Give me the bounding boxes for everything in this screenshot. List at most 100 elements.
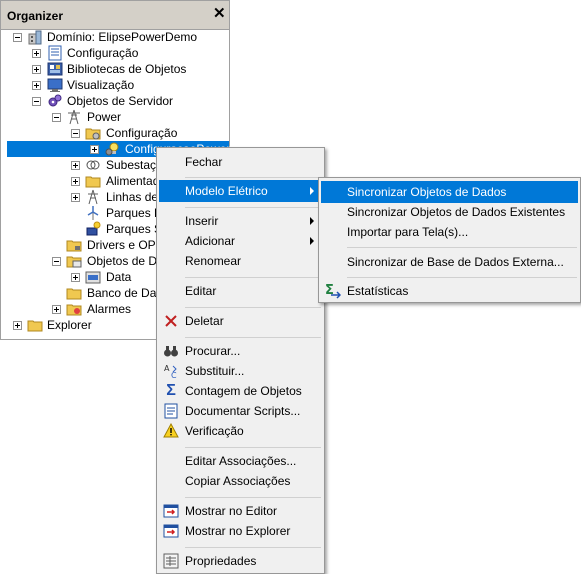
delete-icon <box>163 313 179 329</box>
expand-toggle[interactable] <box>71 161 80 170</box>
tree-item-label: Visualização <box>67 78 135 92</box>
menu-item-label: Modelo Elétrico <box>185 184 268 198</box>
submenu-item-estatisticas[interactable]: Σ Estatísticas <box>321 280 578 302</box>
tree-item-power-configuracao[interactable]: Configuração <box>1 125 229 141</box>
tree-item-label: Bibliotecas de Objetos <box>67 62 187 76</box>
expand-toggle[interactable] <box>32 81 41 90</box>
menu-item-verificacao[interactable]: Verificação <box>159 420 322 442</box>
data-folder-icon <box>85 269 101 285</box>
expand-toggle[interactable] <box>32 49 41 58</box>
menu-item-label: Documentar Scripts... <box>185 404 301 418</box>
collapse-toggle[interactable] <box>13 33 22 42</box>
menu-separator <box>185 547 321 548</box>
menu-item-renomear[interactable]: Renomear <box>159 250 322 272</box>
expand-toggle[interactable] <box>52 305 61 314</box>
collapse-toggle[interactable] <box>52 257 61 266</box>
submenu-arrow-icon <box>310 187 314 195</box>
svg-text:C: C <box>171 371 177 379</box>
menu-item-label: Contagem de Objetos <box>185 384 302 398</box>
menu-item-mostrar-explorer[interactable]: Mostrar no Explorer <box>159 520 322 542</box>
config-list-icon <box>47 45 63 61</box>
expand-toggle[interactable] <box>13 321 22 330</box>
menu-item-editar[interactable]: Editar <box>159 280 322 302</box>
tree-item-objetos-servidor[interactable]: Objetos de Servidor <box>1 93 229 109</box>
collapse-toggle[interactable] <box>32 97 41 106</box>
properties-icon <box>163 553 179 569</box>
menu-item-modelo-eletrico[interactable]: Modelo Elétrico <box>159 180 322 202</box>
menu-item-label: Sincronizar Objetos de Dados <box>347 185 507 199</box>
menu-item-label: Deletar <box>185 314 224 328</box>
menu-item-label: Editar <box>185 284 217 298</box>
menu-item-label: Procurar... <box>185 344 241 358</box>
explorer-icon <box>163 523 179 539</box>
expand-toggle[interactable] <box>71 177 80 186</box>
tree-item-label: Configuração <box>67 46 139 60</box>
tree-item-label: Alarmes <box>87 302 132 316</box>
menu-separator <box>185 177 321 178</box>
tree-item-label: Drivers e OPC <box>87 238 165 252</box>
menu-item-label: Editar Associações... <box>185 454 297 468</box>
submenu-item-sincronizar-externa[interactable]: Sincronizar de Base de Dados Externa... <box>321 251 578 273</box>
menu-item-editar-associacoes[interactable]: Editar Associações... <box>159 450 322 472</box>
menu-separator <box>185 277 321 278</box>
folder-gear-icon <box>85 125 101 141</box>
tree-item-label: Configuração <box>106 126 178 140</box>
expand-toggle[interactable] <box>71 193 80 202</box>
submenu-item-importar[interactable]: Importar para Tela(s)... <box>321 221 578 243</box>
tree-item-label: Objetos de Servidor <box>67 94 174 108</box>
expand-toggle[interactable] <box>32 65 41 74</box>
menu-item-procurar[interactable]: Procurar... <box>159 340 322 362</box>
menu-item-propriedades[interactable]: Propriedades <box>159 550 322 572</box>
menu-separator <box>185 497 321 498</box>
explorer-folder-icon <box>27 317 43 333</box>
menu-item-copiar-associacoes[interactable]: Copiar Associações <box>159 470 322 492</box>
binoculars-icon <box>163 343 179 359</box>
server-gears-icon <box>47 93 63 109</box>
folder-driver-icon <box>66 237 82 253</box>
submenu-arrow-icon <box>310 237 314 245</box>
collapse-toggle[interactable] <box>52 113 61 122</box>
menu-item-substituir[interactable]: AC Substituir... <box>159 360 322 382</box>
wind-turbine-icon <box>85 205 101 221</box>
lightbulb-gear-icon <box>105 141 121 157</box>
menu-separator <box>347 247 577 248</box>
menu-item-label: Estatísticas <box>347 284 409 298</box>
monitor-icon <box>47 77 63 93</box>
menu-separator <box>185 307 321 308</box>
context-menu: Fechar Modelo Elétrico Inserir Adicionar… <box>156 147 325 574</box>
menu-item-deletar[interactable]: Deletar <box>159 310 322 332</box>
menu-item-label: Inserir <box>185 214 219 228</box>
tree-item-configuracao[interactable]: Configuração <box>1 45 229 61</box>
tree-item-visualizacao[interactable]: Visualização <box>1 77 229 93</box>
menu-item-documentar[interactable]: Documentar Scripts... <box>159 400 322 422</box>
submenu-arrow-icon <box>310 217 314 225</box>
warning-icon <box>163 422 179 439</box>
menu-item-label: Sincronizar Objetos de Dados Existentes <box>347 205 566 219</box>
transmission-tower-icon <box>85 189 101 205</box>
document-icon <box>163 403 179 419</box>
folder-data-icon <box>66 253 82 269</box>
menu-item-fechar[interactable]: Fechar <box>159 151 322 173</box>
menu-item-label: Propriedades <box>185 554 257 568</box>
expand-toggle[interactable] <box>71 273 80 282</box>
menu-item-inserir[interactable]: Inserir <box>159 210 322 232</box>
tree-item-domain[interactable]: Domínio: ElipsePowerDemo <box>1 29 229 45</box>
submenu-item-sincronizar-existentes[interactable]: Sincronizar Objetos de Dados Existentes <box>321 201 578 223</box>
expand-toggle[interactable] <box>90 145 99 154</box>
tree-item-power[interactable]: Power <box>1 109 229 125</box>
menu-separator <box>347 277 577 278</box>
tree-item-label: Domínio: ElipsePowerDemo <box>47 30 198 44</box>
menu-item-mostrar-editor[interactable]: Mostrar no Editor <box>159 500 322 522</box>
menu-item-adicionar[interactable]: Adicionar <box>159 230 322 252</box>
close-icon[interactable]: ✕ <box>213 6 226 22</box>
collapse-toggle[interactable] <box>71 129 80 138</box>
editor-icon <box>163 503 179 519</box>
tree-item-label: Power <box>87 110 122 124</box>
tree-item-bibliotecas[interactable]: Bibliotecas de Objetos <box>1 61 229 77</box>
submenu-item-sincronizar[interactable]: Sincronizar Objetos de Dados <box>321 181 578 203</box>
menu-item-label: Sincronizar de Base de Dados Externa... <box>347 255 564 269</box>
menu-item-label: Copiar Associações <box>185 474 291 488</box>
alarm-folder-icon <box>66 301 82 317</box>
menu-item-contagem[interactable]: Σ Contagem de Objetos <box>159 380 322 402</box>
menu-separator <box>185 447 321 448</box>
